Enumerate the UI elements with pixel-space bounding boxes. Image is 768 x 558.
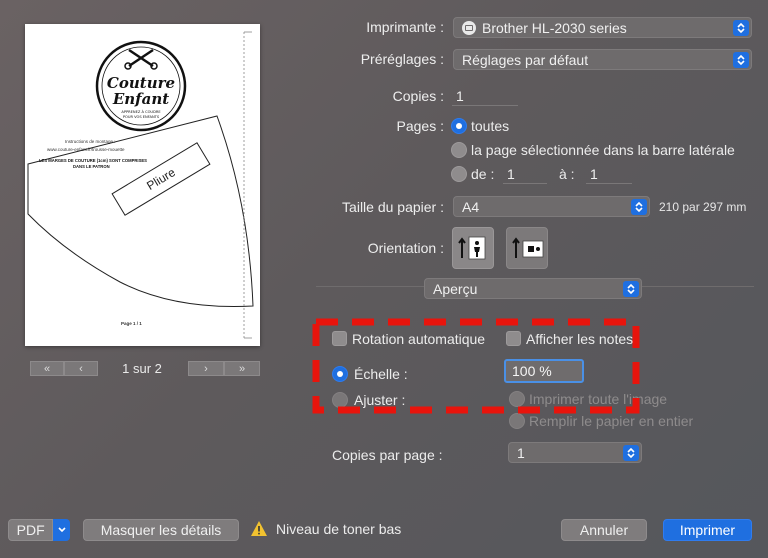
fit-fill-paper-radio[interactable] (509, 413, 525, 429)
paper-size-value: A4 (462, 198, 480, 215)
previous-page-icon: ‹ (79, 362, 83, 375)
chevron-updown-icon (623, 281, 639, 297)
pages-to-label: à : (559, 166, 575, 182)
pages-from-field[interactable]: 1 (503, 164, 547, 184)
copies-per-page-label: Copies par page : (332, 447, 443, 463)
presets-label: Préréglages : (360, 51, 444, 67)
page-counter: 1 sur 2 (122, 361, 162, 376)
pages-to-field[interactable]: 1 (586, 164, 632, 184)
chevron-updown-icon (733, 20, 749, 36)
print-preview-page: Couture Enfant APPRENEZ À COUDRE POUR VO… (25, 24, 260, 346)
next-page-button[interactable]: › (188, 361, 224, 376)
section-popup-value: Aperçu (433, 280, 478, 297)
copies-per-page-popup[interactable]: 1 (508, 442, 642, 463)
pages-selected-radio[interactable] (451, 142, 467, 158)
hide-details-button[interactable]: Masquer les détails (83, 519, 239, 541)
chevron-down-icon (53, 519, 70, 541)
presets-popup[interactable]: Réglages par défaut (453, 49, 752, 70)
paper-size-label: Taille du papier : (342, 199, 444, 215)
pages-all-radio[interactable] (451, 118, 467, 134)
section-popup[interactable]: Aperçu (424, 278, 642, 299)
highlight-annotation (312, 318, 640, 414)
copies-label: Copies : (392, 88, 444, 104)
copies-field[interactable]: 1 (452, 86, 518, 106)
pages-selected-label: la page sélectionnée dans la barre latér… (471, 142, 735, 158)
printer-label: Imprimante : (366, 19, 444, 35)
pages-from-label: de : (471, 166, 495, 182)
printer-value: Brother HL-2030 series (482, 19, 627, 36)
last-page-button[interactable]: » (224, 361, 260, 376)
orientation-label: Orientation : (367, 240, 444, 256)
first-page-icon: « (43, 362, 51, 375)
printer-status-icon (462, 20, 476, 35)
paper-size-popup[interactable]: A4 (453, 196, 650, 217)
chevron-updown-icon (623, 445, 639, 461)
warning-triangle-icon (251, 521, 267, 536)
chevron-updown-icon (733, 52, 749, 68)
previous-page-button[interactable]: ‹ (64, 361, 98, 376)
paper-dimensions: 210 par 297 mm (659, 200, 747, 214)
pages-all-label: toutes (471, 118, 510, 134)
portrait-orientation-button[interactable] (452, 227, 494, 269)
landscape-orientation-button[interactable] (506, 227, 548, 269)
printer-popup[interactable]: Brother HL-2030 series (453, 17, 752, 38)
print-button[interactable]: Imprimer (663, 519, 752, 541)
pages-range-radio[interactable] (451, 166, 467, 182)
portrait-orientation-icon (458, 236, 486, 260)
copies-per-page-value: 1 (517, 444, 525, 461)
chevron-updown-icon (631, 199, 647, 215)
last-page-icon: » (238, 362, 246, 375)
next-page-icon: › (204, 362, 208, 375)
pages-label: Pages : (396, 118, 444, 134)
toner-warning-text: Niveau de toner bas (276, 521, 402, 537)
presets-value: Réglages par défaut (462, 51, 589, 68)
preview-page-number: Page 1 / 1 (121, 321, 142, 326)
pdf-menu-button[interactable]: PDF (8, 519, 70, 541)
fit-fill-paper-label: Remplir le papier en entier (529, 413, 694, 429)
first-page-button[interactable]: « (30, 361, 64, 376)
pdf-label: PDF (8, 519, 54, 541)
cancel-button[interactable]: Annuler (561, 519, 647, 541)
landscape-orientation-icon (512, 237, 544, 258)
